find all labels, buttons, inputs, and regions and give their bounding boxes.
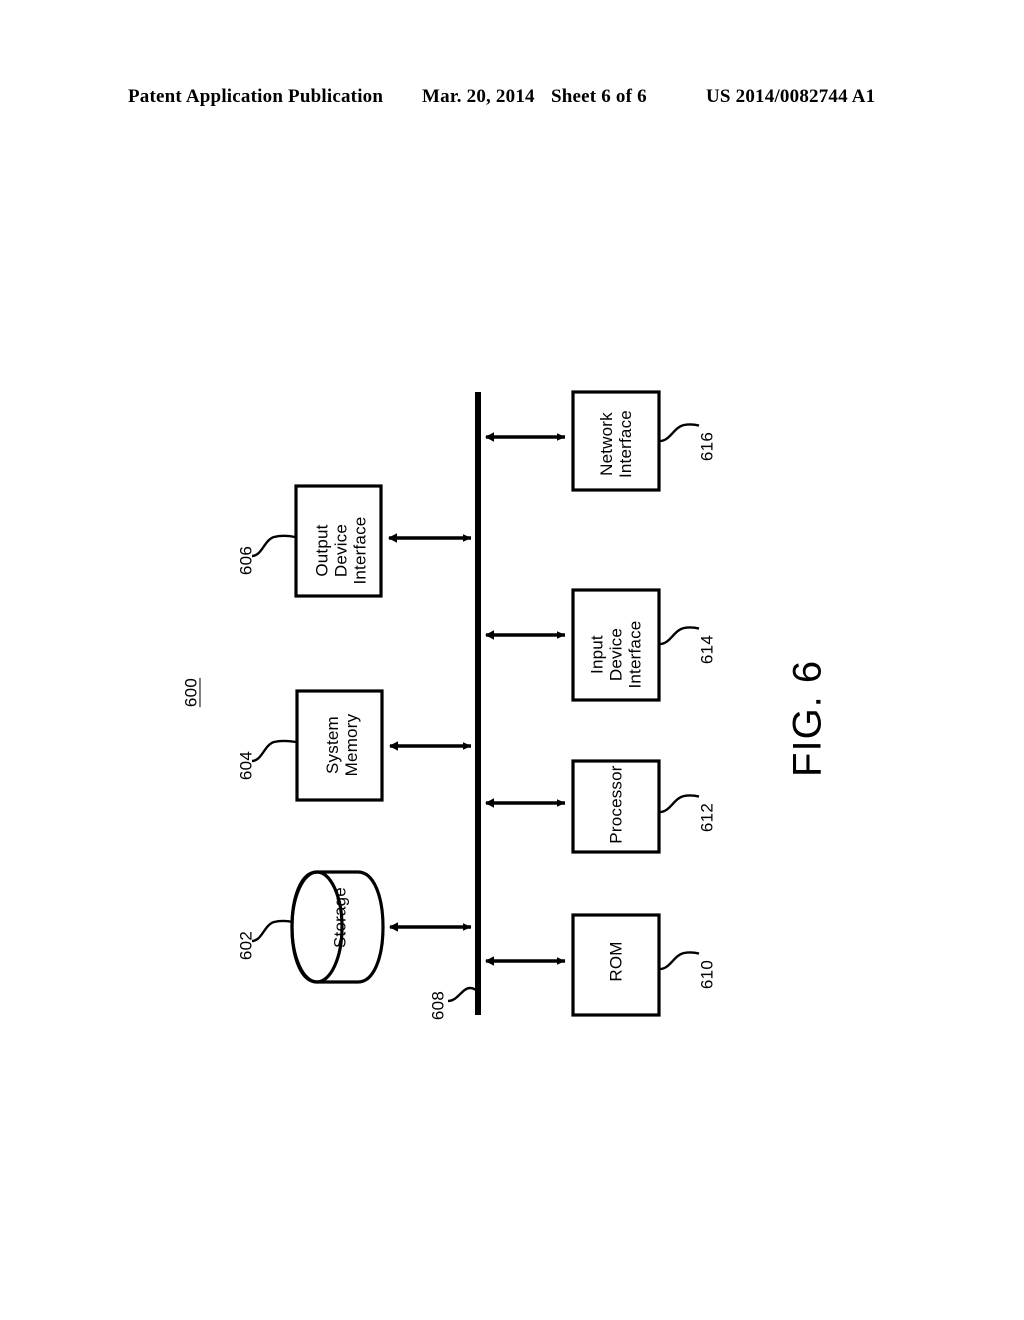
leader-line-606 bbox=[251, 534, 296, 558]
figure-vector-layer bbox=[251, 390, 700, 1017]
leader-line-608 bbox=[447, 986, 479, 1003]
leader-line-604 bbox=[251, 739, 297, 763]
arrowhead-processor-left bbox=[485, 798, 494, 808]
leader-line-616 bbox=[659, 423, 700, 443]
input-device-interface-box bbox=[571, 588, 661, 702]
processor-box bbox=[571, 759, 661, 854]
arrowhead-storage-left bbox=[389, 922, 398, 932]
figure-6-block-diagram: Storage System Memory Output Device Inte… bbox=[0, 0, 1024, 1320]
arrowhead-network-interface-left bbox=[485, 432, 494, 442]
leader-line-610 bbox=[659, 951, 700, 971]
network-interface-box bbox=[571, 390, 661, 492]
rom-box bbox=[571, 913, 661, 1017]
arrowhead-output-device-interface-left bbox=[388, 533, 397, 543]
arrowhead-input-device-interface-left bbox=[485, 630, 494, 640]
arrowhead-rom-left bbox=[485, 956, 494, 966]
arrowhead-system-memory-left bbox=[389, 741, 398, 751]
leader-line-614 bbox=[659, 626, 700, 646]
output-device-interface-box bbox=[294, 484, 383, 598]
storage-cylinder-shape bbox=[290, 870, 385, 984]
leader-line-602 bbox=[251, 919, 294, 943]
leader-line-612 bbox=[659, 794, 700, 814]
system-memory-box bbox=[295, 689, 384, 802]
